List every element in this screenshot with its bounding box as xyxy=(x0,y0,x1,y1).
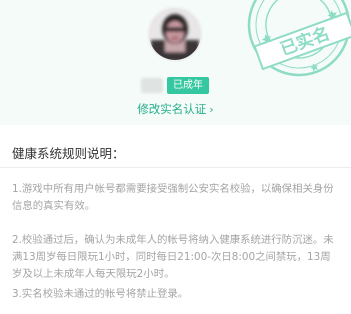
chevron-right-icon: › xyxy=(209,103,214,116)
avatar-image xyxy=(149,8,201,60)
avatar[interactable] xyxy=(147,6,203,62)
divider xyxy=(0,167,351,168)
modify-link-label: 修改实名认证 xyxy=(137,102,207,116)
modify-real-name-link[interactable]: 修改实名认证 › xyxy=(0,101,351,117)
adult-status-badge: 已成年 xyxy=(167,77,209,94)
rule-item-1: 1.游戏中所有用户帐号都需要接受强制公安实名校验，以确保相关身份信息的真实有效。 xyxy=(12,183,334,212)
rule-item-2: 2.校验通过后，确认为未成年人的帐号将纳入健康系统进行防沉迷。未满13周岁每日限… xyxy=(12,234,334,280)
rule-item-3: 3.实名校验未通过的帐号将禁止登录。 xyxy=(12,288,189,300)
nickname-redacted xyxy=(141,78,163,93)
profile-header: 已实名 已成年 修改实名认证 › xyxy=(0,0,351,125)
rules-title: 健康系统规则说明： xyxy=(12,146,125,161)
real-name-auth-page: 已实名 已成年 修改实名认证 › 健康系统规则说明： 1.游戏中所有用户帐号都需… xyxy=(0,0,351,314)
stamp-icon: 已实名 xyxy=(247,0,351,77)
verified-stamp: 已实名 xyxy=(244,0,351,80)
